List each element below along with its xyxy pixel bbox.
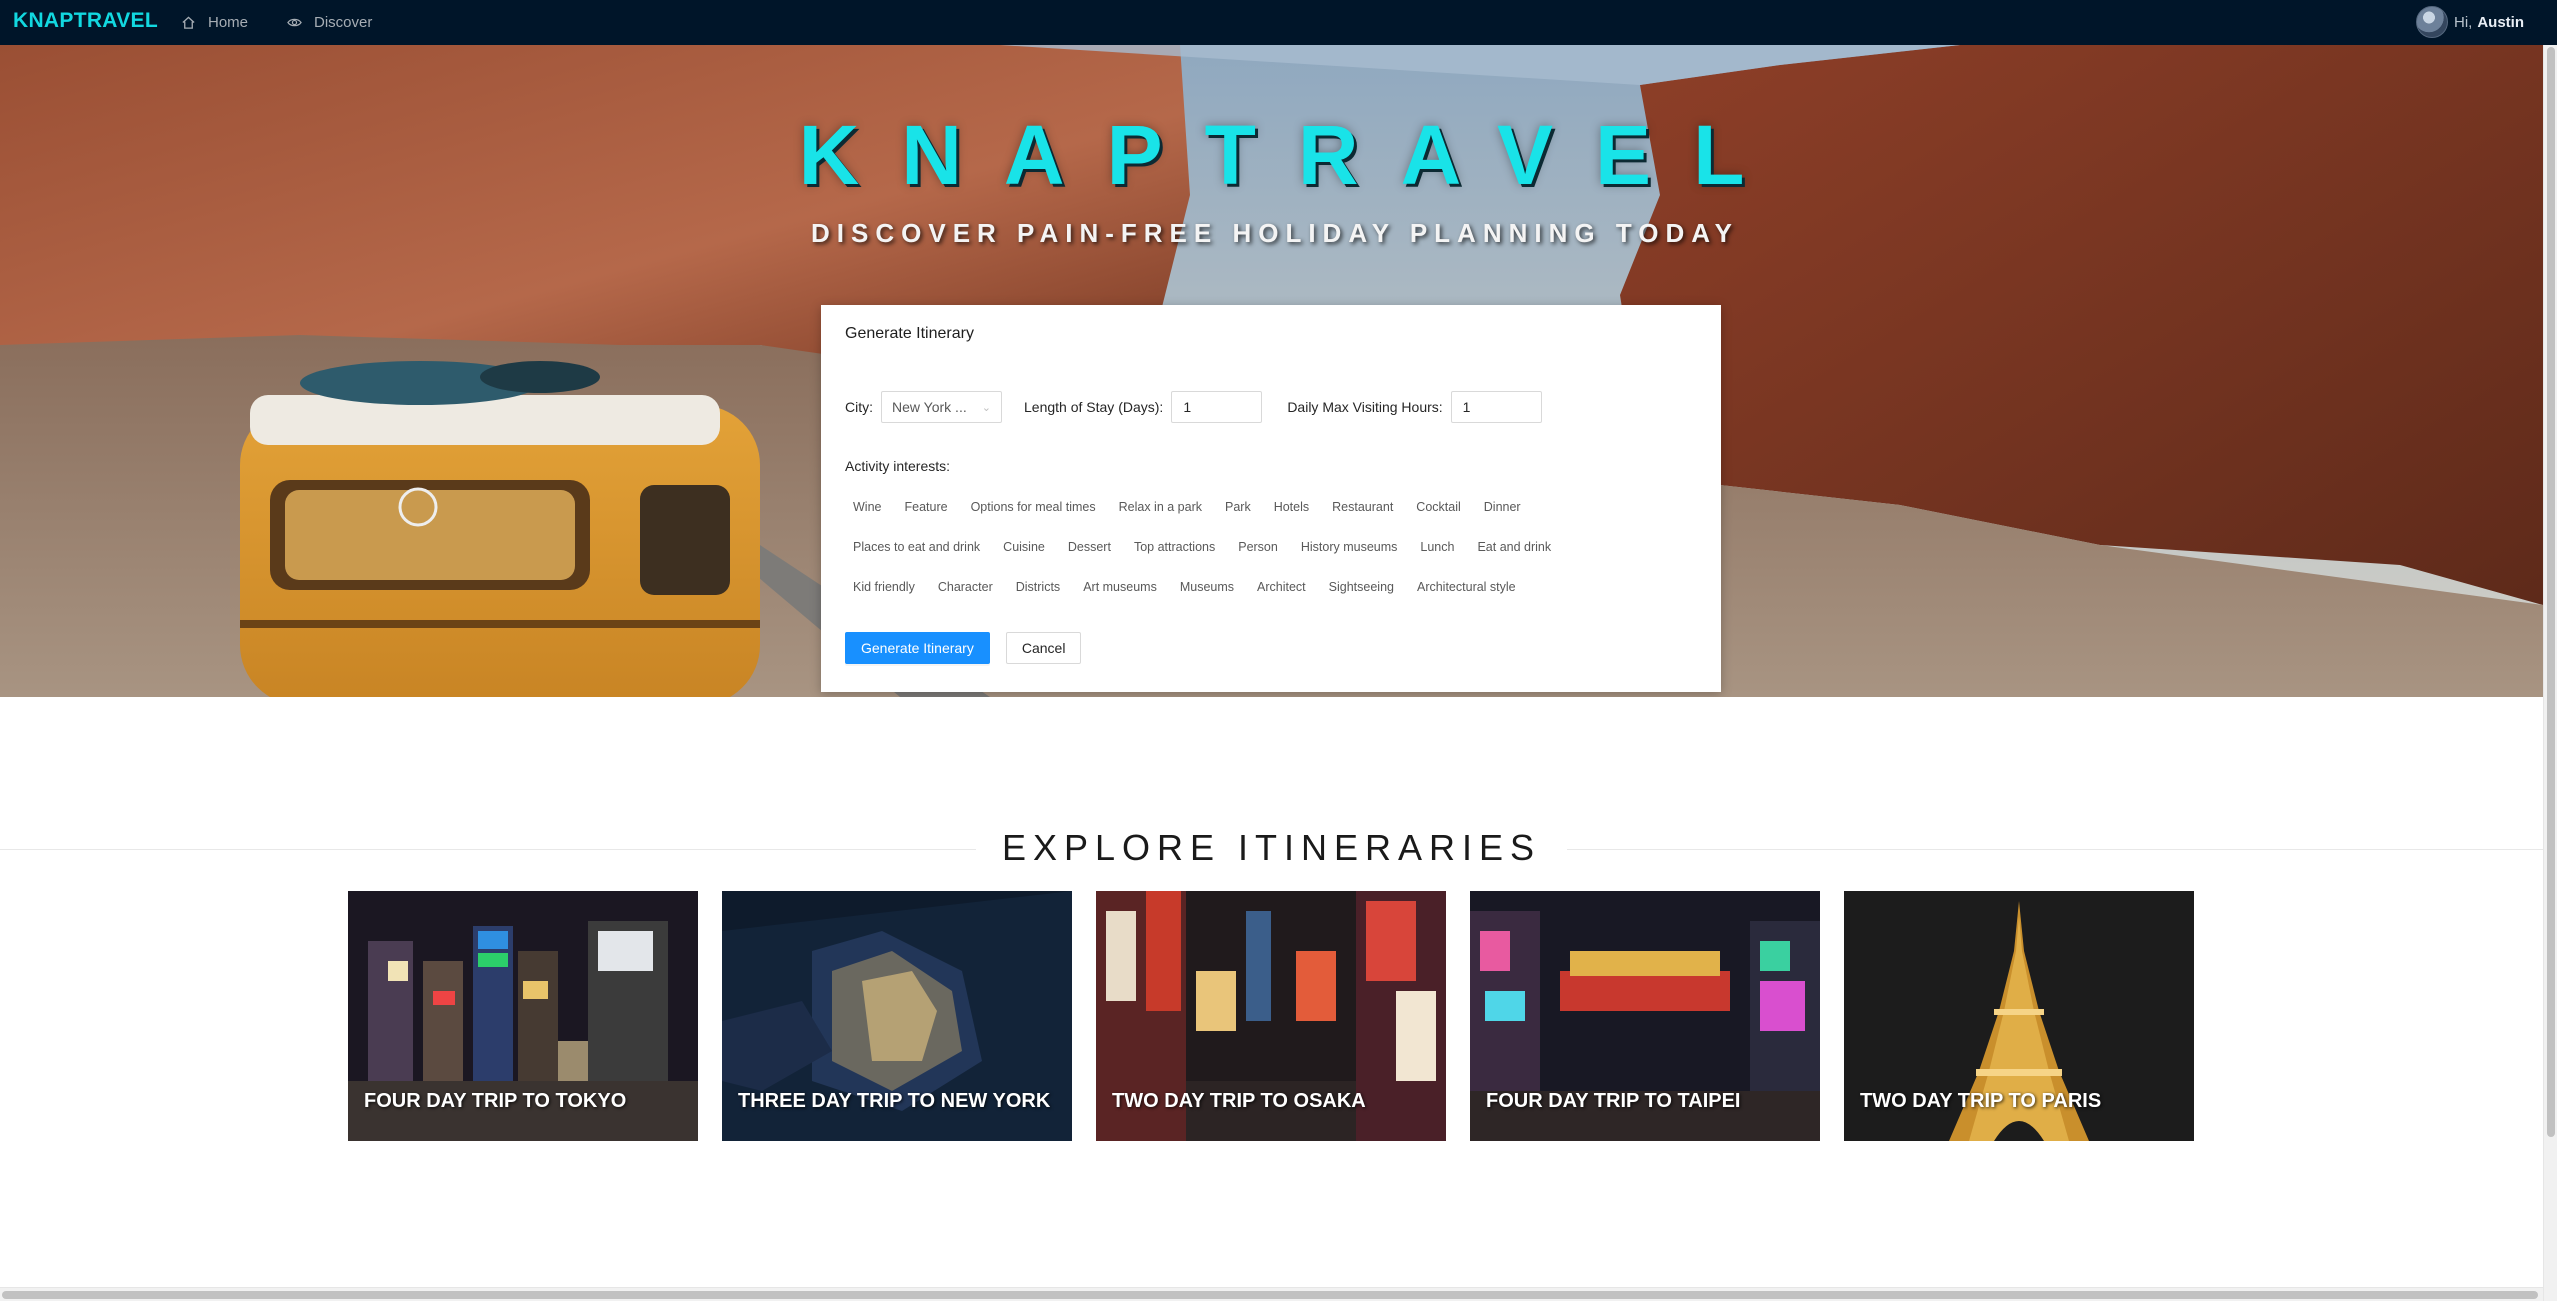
nav-item-discover[interactable]: Discover xyxy=(286,0,372,45)
chevron-down-icon: ⌄ xyxy=(981,401,992,414)
interest-tag[interactable]: Restaurant xyxy=(1324,496,1401,518)
interest-tag[interactable]: Cocktail xyxy=(1408,496,1468,518)
city-label: City: xyxy=(845,399,874,415)
interest-tag[interactable]: Dessert xyxy=(1060,536,1119,558)
avatar xyxy=(2415,6,2448,38)
interest-tag[interactable]: Top attractions xyxy=(1126,536,1223,558)
city-select[interactable]: New York ... ⌄ xyxy=(881,391,1003,423)
generate-itinerary-button[interactable]: Generate Itinerary xyxy=(845,632,990,664)
city-select-value: New York ... xyxy=(892,399,967,415)
hours-label: Daily Max Visiting Hours: xyxy=(1287,399,1443,415)
itinerary-card-label: THREE DAY TRIP TO NEW YORK xyxy=(738,1090,1051,1112)
itinerary-card-label: FOUR DAY TRIP TO TOKYO xyxy=(364,1090,627,1112)
interest-tag[interactable]: Dinner xyxy=(1476,496,1529,518)
stay-length-input[interactable]: 1 xyxy=(1171,391,1263,423)
horizontal-scrollbar[interactable] xyxy=(0,1287,2543,1301)
interest-tag[interactable]: Hotels xyxy=(1266,496,1317,518)
user-greeting: Hi, xyxy=(2453,13,2473,31)
nav-item-home[interactable]: Home xyxy=(180,0,248,45)
user-menu[interactable]: Hi, Austin xyxy=(2415,6,2524,38)
generate-itinerary-card: Generate Itinerary City: New York ... ⌄ … xyxy=(821,305,1721,692)
card-title: Generate Itinerary xyxy=(845,325,974,342)
itinerary-card-paris[interactable]: TWO DAY TRIP TO PARIS xyxy=(1844,891,2194,1141)
interest-tag[interactable]: Art museums xyxy=(1075,576,1165,598)
nav-item-label: Home xyxy=(208,14,249,31)
form-actions: Generate Itinerary Cancel xyxy=(845,632,1082,664)
interest-tag[interactable]: Sightseeing xyxy=(1321,576,1402,598)
horizontal-scrollbar-thumb[interactable] xyxy=(2,1291,2538,1299)
itinerary-card-label: TWO DAY TRIP TO PARIS xyxy=(1860,1090,2102,1112)
vertical-scrollbar-thumb[interactable] xyxy=(2547,47,2555,1137)
vertical-scrollbar[interactable] xyxy=(2543,45,2557,1301)
stay-label: Length of Stay (Days): xyxy=(1024,399,1164,415)
interest-tag[interactable]: Kid friendly xyxy=(845,576,923,598)
interest-tag[interactable]: Eat and drink xyxy=(1469,536,1559,558)
interest-tag[interactable]: History museums xyxy=(1293,536,1406,558)
tag-row: Kid friendly Character Districts Art mus… xyxy=(845,576,1705,616)
eye-icon xyxy=(286,15,302,31)
interest-tag[interactable]: Districts xyxy=(1008,576,1068,598)
interest-tag[interactable]: Cuisine xyxy=(995,536,1053,558)
itinerary-card-label: TWO DAY TRIP TO OSAKA xyxy=(1112,1090,1366,1112)
nav-item-label: Discover xyxy=(314,14,373,31)
interest-tags: Wine Feature Options for meal times Rela… xyxy=(845,496,1705,616)
page: KNAPTRAVEL Home Discover Hi, Austin KNAP… xyxy=(0,0,2557,1301)
itinerary-cards: FOUR DAY TRIP TO TOKYO THREE DAY TRIP TO… xyxy=(348,891,2218,1141)
brand-logo[interactable]: KNAPTRAVEL xyxy=(13,9,158,33)
interest-tag[interactable]: Options for meal times xyxy=(963,496,1104,518)
interest-tag[interactable]: Relax in a park xyxy=(1111,496,1210,518)
user-name: Austin xyxy=(2477,13,2524,31)
interest-tag[interactable]: Architect xyxy=(1249,576,1314,598)
hero-subtitle: DISCOVER PAIN-FREE HOLIDAY PLANNING TODA… xyxy=(811,218,1739,248)
form-row-settings: City: New York ... ⌄ Length of Stay (Day… xyxy=(845,391,1567,423)
explore-title: EXPLORE ITINERARIES xyxy=(0,827,2543,869)
interest-tag[interactable]: Feature xyxy=(896,496,955,518)
daily-hours-input[interactable]: 1 xyxy=(1450,391,1542,423)
tag-row: Wine Feature Options for meal times Rela… xyxy=(845,496,1705,536)
hero-title: KNAPTRAVEL xyxy=(798,108,1787,202)
interest-tag[interactable]: Person xyxy=(1230,536,1286,558)
interest-tag[interactable]: Museums xyxy=(1172,576,1242,598)
interest-tag[interactable]: Places to eat and drink xyxy=(845,536,988,558)
interest-tag[interactable]: Wine xyxy=(845,496,889,518)
hero-banner: KNAPTRAVEL DISCOVER PAIN-FREE HOLIDAY PL… xyxy=(0,45,2543,697)
itinerary-card-taipei[interactable]: FOUR DAY TRIP TO TAIPEI xyxy=(1470,891,1820,1141)
interest-tag[interactable]: Architectural style xyxy=(1409,576,1524,598)
cancel-button[interactable]: Cancel xyxy=(1005,632,1082,664)
interest-tag[interactable]: Park xyxy=(1217,496,1259,518)
home-icon xyxy=(180,15,196,31)
interest-tag[interactable]: Character xyxy=(930,576,1001,598)
itinerary-card-tokyo[interactable]: FOUR DAY TRIP TO TOKYO xyxy=(348,891,698,1141)
tag-row: Places to eat and drink Cuisine Dessert … xyxy=(845,536,1705,576)
interest-tag[interactable]: Lunch xyxy=(1412,536,1462,558)
itinerary-card-osaka[interactable]: TWO DAY TRIP TO OSAKA xyxy=(1096,891,1446,1141)
top-nav: KNAPTRAVEL Home Discover Hi, Austin xyxy=(0,0,2557,45)
interests-label: Activity interests: xyxy=(845,458,951,474)
itinerary-card-new-york[interactable]: THREE DAY TRIP TO NEW YORK xyxy=(722,891,1072,1141)
itinerary-card-label: FOUR DAY TRIP TO TAIPEI xyxy=(1486,1090,1741,1112)
